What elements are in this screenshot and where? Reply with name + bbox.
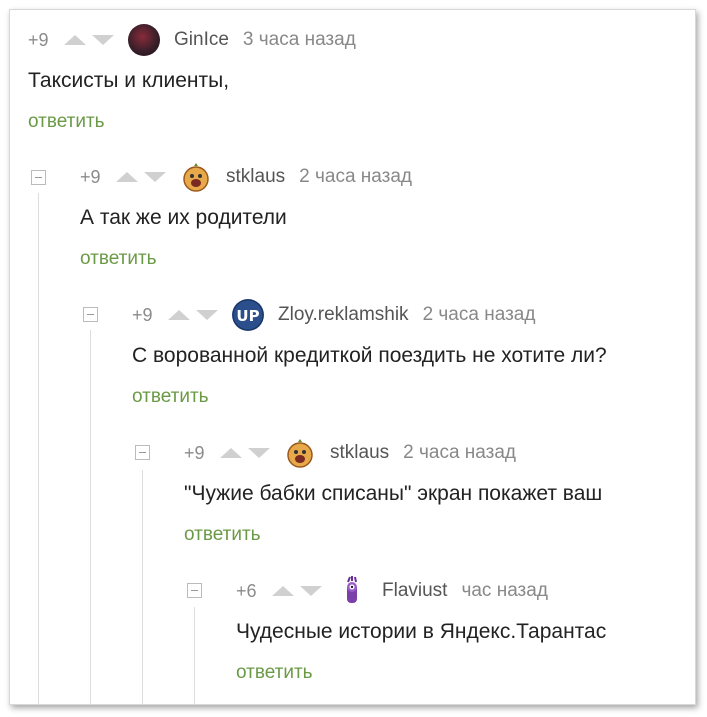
reply-link[interactable]: ответить — [184, 524, 261, 546]
comment-time: 2 часа назад — [299, 166, 413, 187]
reply-link[interactable]: ответить — [236, 662, 313, 684]
downvote-icon[interactable] — [248, 448, 270, 458]
downvote-icon[interactable] — [196, 310, 218, 320]
comment-header: +9 UP Zloy.reklamshik 2 часа назад — [132, 299, 536, 331]
upvote-icon[interactable] — [220, 448, 242, 458]
downvote-icon[interactable] — [92, 35, 114, 45]
reply-link[interactable]: ответить — [80, 248, 157, 270]
comment-text: Чудесные истории в Яндекс.Тарантас — [236, 620, 607, 643]
avatar[interactable] — [180, 161, 212, 193]
upvote-icon[interactable] — [168, 310, 190, 320]
downvote-icon[interactable] — [300, 586, 322, 596]
comment-author[interactable]: Flaviust — [382, 580, 447, 602]
downvote-icon[interactable] — [144, 172, 166, 182]
thread-line — [38, 193, 39, 704]
avatar[interactable] — [128, 24, 160, 56]
thread-line — [142, 470, 143, 704]
comment-time: час назад — [461, 580, 548, 601]
thread-line — [90, 330, 91, 704]
comment-author[interactable]: GinIce — [174, 29, 229, 51]
collapse-button[interactable] — [135, 445, 150, 460]
comment-header: +9 stklaus 2 часа назад — [184, 437, 517, 469]
avatar-lettering: UP — [236, 307, 259, 325]
upvote-icon[interactable] — [64, 35, 86, 45]
thread-line — [194, 607, 195, 704]
upvote-icon[interactable] — [116, 172, 138, 182]
comment-rating: +9 — [80, 166, 101, 187]
collapse-button[interactable] — [83, 307, 98, 322]
collapse-button[interactable] — [31, 170, 46, 185]
comment-author[interactable]: stklaus — [330, 442, 389, 464]
reply-link[interactable]: ответить — [132, 386, 209, 408]
comment-header: +6 Flaviust час назад — [236, 575, 548, 607]
comment-rating: +9 — [184, 442, 205, 463]
comment-thread: +9 GinIce 3 часа назад Таксисты и клиент… — [9, 9, 696, 705]
comment-text: А так же их родители — [80, 206, 287, 229]
reply-link[interactable]: ответить — [28, 111, 105, 133]
comment-rating: +6 — [236, 580, 257, 601]
comment-author[interactable]: stklaus — [226, 166, 285, 188]
comment-time: 3 часа назад — [242, 29, 356, 50]
avatar[interactable]: UP — [232, 299, 264, 331]
upvote-icon[interactable] — [272, 586, 294, 596]
comment-text: С ворованной кредиткой поездить не хотит… — [132, 344, 607, 367]
comment-text: Таксисты и клиенты, — [28, 69, 230, 92]
avatar[interactable] — [284, 437, 316, 469]
comment-rating: +9 — [28, 29, 49, 50]
comment-header: +9 stklaus 2 часа назад — [80, 161, 413, 193]
comment-author[interactable]: Zloy.reklamshik — [278, 304, 409, 326]
comment-rating: +9 — [132, 304, 153, 325]
comment-text: "Чужие бабки списаны" экран покажет ваш — [184, 482, 603, 505]
collapse-button[interactable] — [187, 583, 202, 598]
comment-time: 2 часа назад — [403, 442, 517, 463]
comment-header: +9 GinIce 3 часа назад — [28, 24, 356, 56]
comment-time: 2 часа назад — [422, 304, 536, 325]
avatar[interactable] — [336, 575, 368, 607]
